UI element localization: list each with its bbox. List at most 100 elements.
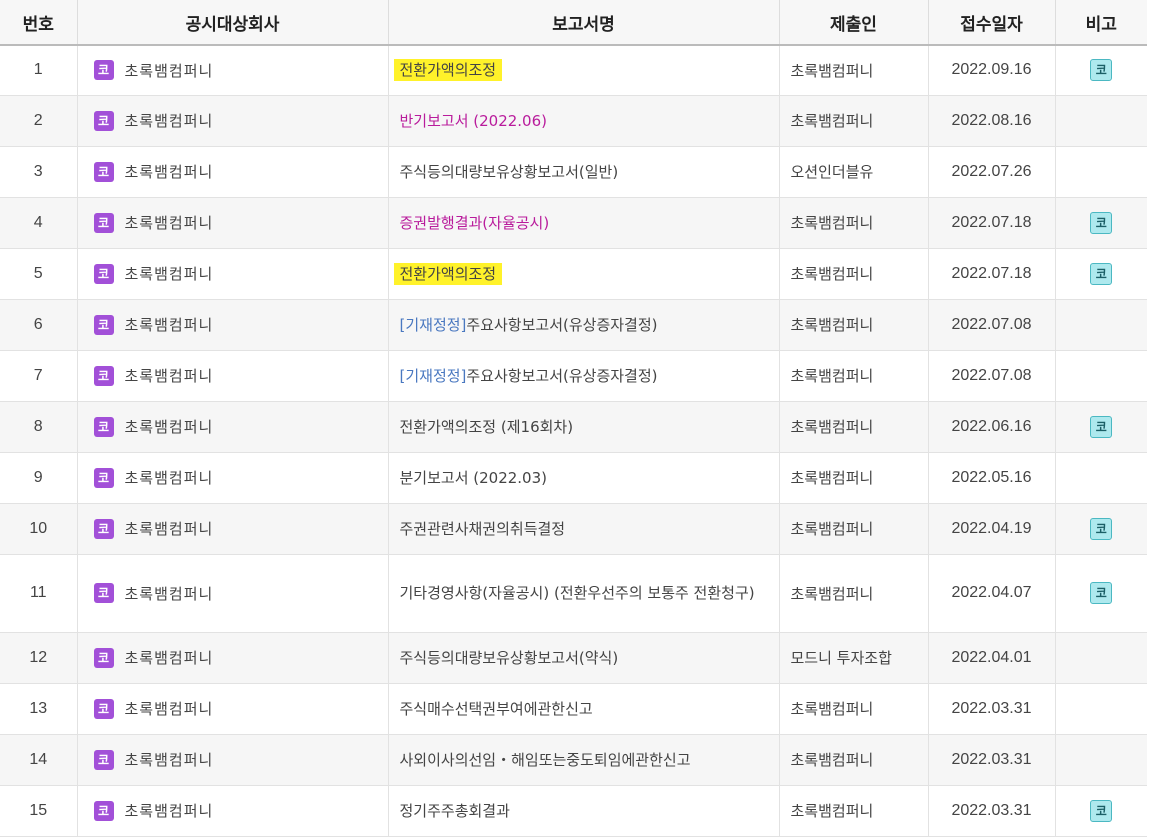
remark-cell [1055,95,1147,147]
company-cell: 코 초록뱀컴퍼니 [77,299,389,351]
report-title-link[interactable]: 전환가액의조정 [393,59,503,82]
company-name-link[interactable]: 초록뱀컴퍼니 [125,163,214,181]
company-name-link[interactable]: 초록뱀컴퍼니 [125,649,214,667]
company-name-link[interactable]: 초록뱀컴퍼니 [125,316,214,334]
report-title-text: 전환가액의조정 [399,61,497,80]
report-title-link[interactable]: 전환가액의조정 [393,262,503,285]
report-title-text: 분기보고서 (2022.03) [399,468,548,487]
company-cell: 코 초록뱀컴퍼니 [77,503,389,555]
report-title-link[interactable]: 정기주주총회결과 [400,802,510,820]
company-name-link[interactable]: 초록뱀컴퍼니 [125,585,214,603]
table-row: 11 코 초록뱀컴퍼니 기타경영사항(자율공시) (전환우선주의 보통주 전환청구) 초… [0,554,1147,633]
row-number: 9 [0,452,78,504]
submitter-link[interactable]: 초록뱀컴퍼니 [779,350,929,402]
remark-badge-icon[interactable]: 코 [1090,262,1113,285]
report-cell: 기타경영사항(자율공시) (전환우선주의 보통주 전환청구) [388,554,780,633]
header-date: 접수일자 [928,0,1056,46]
table-row: 5 코 초록뱀컴퍼니 전환가액의조정 초록뱀컴퍼니 2022.07.18 코 [0,248,1147,300]
report-cell: 전환가액의조정 [388,248,780,300]
kosdaq-market-icon: 코 [93,583,114,603]
submitter-link[interactable]: 초록뱀컴퍼니 [779,248,929,300]
kosdaq-market-icon: 코 [93,647,114,668]
kosdaq-market-icon: 코 [93,416,114,437]
receipt-date: 2022.06.16 [928,401,1056,453]
remark-badge-icon[interactable]: 코 [1090,415,1113,438]
report-title-link[interactable]: 증권발행결과(자율공시) [400,214,550,232]
remark-badge-icon[interactable]: 코 [1090,582,1113,604]
company-cell: 코 초록뱀컴퍼니 [77,452,389,504]
kosdaq-market-icon: 코 [93,749,114,770]
correction-tag: [기재정정] [399,315,467,334]
company-name-link[interactable]: 초록뱀컴퍼니 [125,700,214,718]
report-cell: 주식등의대량보유상황보고서(일반) [388,146,780,198]
remark-cell [1055,632,1147,684]
remark-badge-icon[interactable]: 코 [1090,211,1113,234]
submitter-link[interactable]: 초록뱀컴퍼니 [779,45,929,96]
kosdaq-market-icon: 코 [93,263,114,284]
remark-badge-icon[interactable]: 코 [1090,517,1113,540]
company-name-link[interactable]: 초록뱀컴퍼니 [125,62,214,80]
report-title-text: 주요사항보고서(유상증자결정) [466,315,658,334]
report-title-link[interactable]: [기재정정]주요사항보고서(유상증자결정) [400,367,658,385]
company-name-link[interactable]: 초록뱀컴퍼니 [125,265,214,283]
report-title-link[interactable]: 전환가액의조정 (제16회차) [400,418,574,436]
report-cell: 주권관련사채권의취득결정 [388,503,780,555]
kosdaq-market-icon: 코 [93,60,114,81]
company-name-link[interactable]: 초록뱀컴퍼니 [125,751,214,769]
report-cell: 증권발행결과(자율공시) [388,197,780,249]
remark-badge-icon[interactable]: 코 [1090,799,1113,822]
kosdaq-market-icon: 코 [93,314,114,335]
remark-cell: 코 [1055,197,1147,249]
company-name-link[interactable]: 초록뱀컴퍼니 [125,112,214,130]
report-title-text: 반기보고서 (2022.06) [399,111,548,130]
report-title-text: 전환가액의조정 [399,264,497,283]
submitter-link[interactable]: 초록뱀컴퍼니 [779,401,929,453]
submitter-link[interactable]: 초록뱀컴퍼니 [779,785,929,837]
submitter-link[interactable]: 초록뱀컴퍼니 [779,503,929,555]
company-name-link[interactable]: 초록뱀컴퍼니 [125,802,214,820]
receipt-date: 2022.03.31 [928,785,1056,837]
report-title-text: 주식등의대량보유상황보고서(약식) [399,648,619,667]
submitter-link[interactable]: 초록뱀컴퍼니 [779,734,929,786]
report-title-link[interactable]: 사외이사의선임・해임또는중도퇴임에관한신고 [400,751,691,769]
remark-badge-icon[interactable]: 코 [1090,59,1113,82]
report-title-link[interactable]: [기재정정]주요사항보고서(유상증자결정) [400,316,658,334]
submitter-link[interactable]: 모드니 투자조합 [779,632,929,684]
company-cell: 코 초록뱀컴퍼니 [77,95,389,147]
report-title-link[interactable]: 기타경영사항(자율공시) (전환우선주의 보통주 전환청구) [400,584,755,602]
company-name-link[interactable]: 초록뱀컴퍼니 [125,214,214,232]
submitter-link[interactable]: 초록뱀컴퍼니 [779,197,929,249]
table-row: 7 코 초록뱀컴퍼니 [기재정정]주요사항보고서(유상증자결정) 초록뱀컴퍼니 2022.… [0,350,1147,402]
report-title-link[interactable]: 주식등의대량보유상황보고서(약식) [400,649,619,667]
company-name-link[interactable]: 초록뱀컴퍼니 [125,469,214,487]
row-number: 8 [0,401,78,453]
report-title-link[interactable]: 주권관련사채권의취득결정 [400,520,566,538]
table-row: 13 코 초록뱀컴퍼니 주식매수선택권부여에관한신고 초록뱀컴퍼니 2022.03.31 [0,683,1147,735]
kosdaq-market-icon: 코 [93,212,114,233]
receipt-date: 2022.07.18 [928,248,1056,300]
report-cell: 사외이사의선임・해임또는중도퇴임에관한신고 [388,734,780,786]
report-title-link[interactable]: 주식매수선택권부여에관한신고 [400,700,593,718]
receipt-date: 2022.09.16 [928,45,1056,96]
table-row: 1 코 초록뱀컴퍼니 전환가액의조정 초록뱀컴퍼니 2022.09.16 코 [0,45,1147,96]
row-number: 14 [0,734,78,786]
company-cell: 코 초록뱀컴퍼니 [77,554,389,633]
submitter-link[interactable]: 초록뱀컴퍼니 [779,95,929,147]
company-cell: 코 초록뱀컴퍼니 [77,197,389,249]
report-title-link[interactable]: 주식등의대량보유상황보고서(일반) [400,163,619,181]
report-title-link[interactable]: 반기보고서 (2022.06) [400,112,548,130]
submitter-link[interactable]: 초록뱀컴퍼니 [779,452,929,504]
submitter-link[interactable]: 초록뱀컴퍼니 [779,299,929,351]
report-title-link[interactable]: 분기보고서 (2022.03) [400,469,548,487]
company-name-link[interactable]: 초록뱀컴퍼니 [125,520,214,538]
submitter-link[interactable]: 초록뱀컴퍼니 [779,683,929,735]
submitter-link[interactable]: 초록뱀컴퍼니 [779,554,929,633]
company-name-link[interactable]: 초록뱀컴퍼니 [125,418,214,436]
kosdaq-market-icon: 코 [93,800,114,821]
remark-cell: 코 [1055,785,1147,837]
submitter-link[interactable]: 오션인더블유 [779,146,929,198]
company-name-link[interactable]: 초록뱀컴퍼니 [125,367,214,385]
row-number: 10 [0,503,78,555]
table-row: 9 코 초록뱀컴퍼니 분기보고서 (2022.03) 초록뱀컴퍼니 2022.05.16 [0,452,1147,504]
receipt-date: 2022.07.08 [928,299,1056,351]
